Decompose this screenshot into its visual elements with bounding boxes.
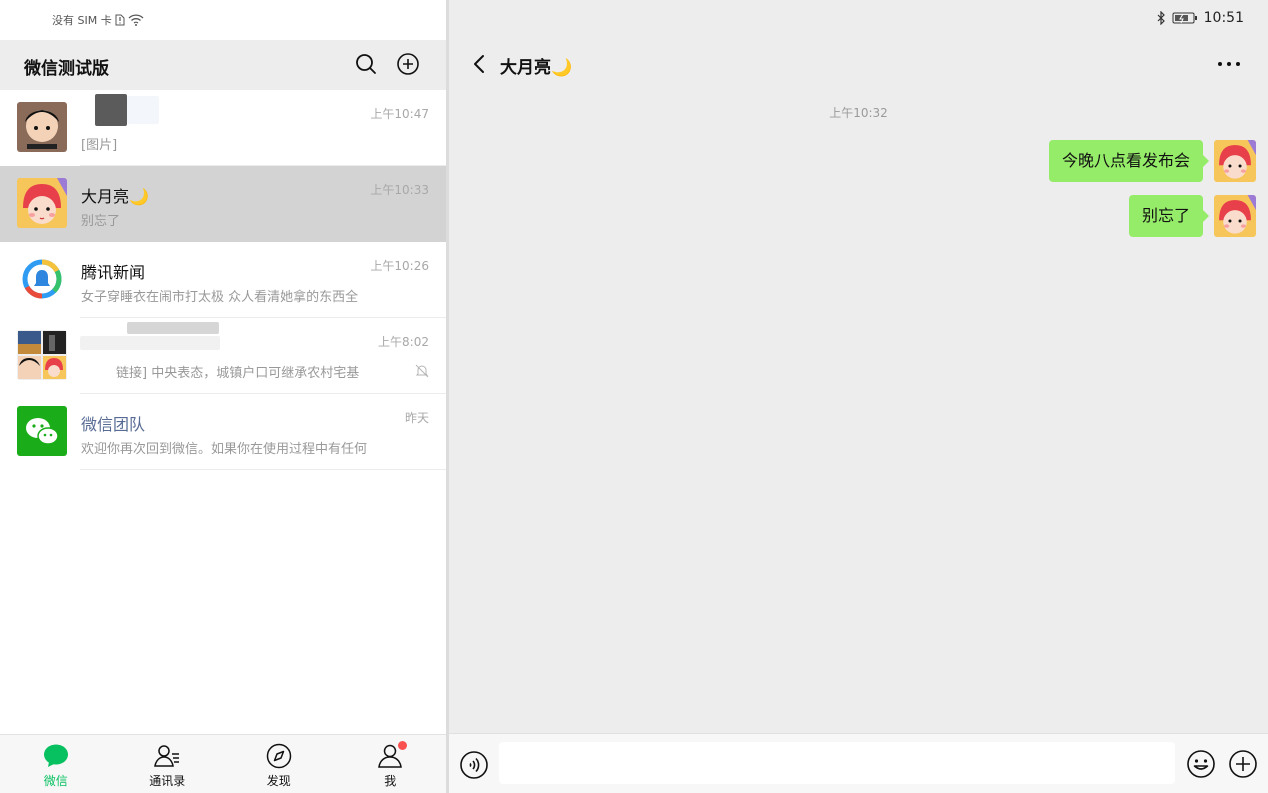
conversation-preview: 欢迎你再次回到微信。如果你在使用过程中有任何 (81, 442, 368, 457)
message-bubble[interactable]: 今晚八点看发布会 (1048, 140, 1210, 182)
conversation-time: 昨天 (404, 411, 429, 425)
compass-icon (266, 743, 291, 769)
message-bubble[interactable]: 别忘了 (1128, 195, 1210, 237)
conversation-item[interactable]: 微信团队 欢迎你再次回到微信。如果你在使用过程中有任何 昨天 (0, 394, 446, 470)
tab-label: 我 (384, 774, 397, 788)
conversation-name: 微信团队 (81, 415, 146, 434)
conversation-item[interactable]: 链接] 中央表态，城镇户口可继承农村宅基 上午8:02 (0, 318, 446, 394)
add-circle-icon[interactable] (396, 52, 420, 76)
wifi-icon (128, 14, 144, 26)
blurred-name (95, 94, 127, 126)
notification-badge (397, 741, 407, 750)
chat-title: 大月亮🌙 (500, 58, 573, 78)
more-plus-icon[interactable] (1228, 749, 1258, 779)
conversation-name: 腾讯新闻 (81, 263, 146, 282)
conversation-item[interactable]: [图片] 上午10:47 (0, 90, 446, 166)
avatar (17, 178, 67, 228)
conversation-preview: [图片] (81, 138, 118, 153)
tab-contacts[interactable]: 通讯录 (112, 735, 224, 793)
blurred-name (127, 322, 219, 334)
contacts-icon (154, 745, 180, 767)
tab-me[interactable]: 我 (335, 735, 447, 793)
group-avatar (17, 330, 67, 380)
avatar (17, 102, 67, 152)
clock: 10:51 (1203, 10, 1244, 26)
more-options-icon[interactable] (1216, 54, 1242, 74)
message-input[interactable] (499, 742, 1175, 784)
tab-label: 通讯录 (149, 774, 186, 788)
conversation-preview: 女子穿睡衣在闹市打太极 众人看清她拿的东西全 (81, 290, 359, 305)
tab-label: 微信 (43, 774, 68, 788)
chat-bubble-icon (43, 744, 68, 767)
voice-input-icon[interactable] (459, 750, 489, 780)
chat-timestamp: 上午10:32 (829, 106, 888, 120)
conversation-item[interactable]: 腾讯新闻 女子穿睡衣在闹市打太极 众人看清她拿的东西全 上午10:26 (0, 242, 446, 318)
emoji-icon[interactable] (1186, 749, 1216, 779)
status-bar-left: 没有 SIM 卡 (52, 12, 144, 28)
carrier-text: 没有 SIM 卡 (52, 14, 112, 27)
avatar[interactable] (1214, 195, 1256, 237)
conversation-name: 大月亮🌙 (81, 187, 149, 206)
conversation-list: [图片] 上午10:47 大月亮🌙 别忘了 上午10:33 腾讯新闻 女子穿睡衣… (0, 90, 446, 470)
left-header: 微信测试版 (0, 40, 446, 90)
chat-panel: 10:51 大月亮🌙 上午10:32 今晚八点看发布会 别忘了 (449, 0, 1268, 793)
conversation-panel: 没有 SIM 卡 微信测试版 [图片] 上午10:47 大月亮🌙 别忘了 上午1… (0, 0, 446, 793)
conversation-preview: 别忘了 (81, 214, 121, 229)
search-icon[interactable] (354, 52, 378, 76)
input-bar (449, 733, 1268, 793)
tab-discover[interactable]: 发现 (223, 735, 335, 793)
bluetooth-icon (1157, 11, 1165, 25)
blurred-name (127, 96, 159, 124)
tab-label: 发现 (266, 774, 291, 788)
conversation-preview: 链接] 中央表态，城镇户口可继承农村宅基 (116, 366, 360, 381)
battery-icon (1172, 12, 1197, 24)
conversation-time: 上午8:02 (378, 335, 429, 349)
conversation-item[interactable]: 大月亮🌙 别忘了 上午10:33 (0, 166, 446, 242)
message-row: 别忘了 (1128, 195, 1256, 237)
conversation-time: 上午10:47 (370, 107, 429, 121)
back-chevron-icon[interactable] (469, 52, 489, 76)
conversation-time: 上午10:33 (370, 183, 429, 197)
message-row: 今晚八点看发布会 (1048, 140, 1256, 182)
chat-header: 大月亮🌙 (449, 40, 1268, 90)
app-title: 微信测试版 (24, 59, 109, 79)
status-bar-right: 10:51 (1156, 10, 1244, 26)
blurred-name (80, 336, 220, 350)
tab-chats[interactable]: 微信 (0, 735, 112, 793)
bottom-tabbar: 微信 通讯录 发现 我 (0, 734, 446, 793)
mute-bell-icon (415, 364, 429, 378)
avatar (17, 254, 67, 304)
conversation-time: 上午10:26 (370, 259, 429, 273)
no-sim-icon (115, 14, 125, 26)
avatar (17, 406, 67, 456)
avatar[interactable] (1214, 140, 1256, 182)
